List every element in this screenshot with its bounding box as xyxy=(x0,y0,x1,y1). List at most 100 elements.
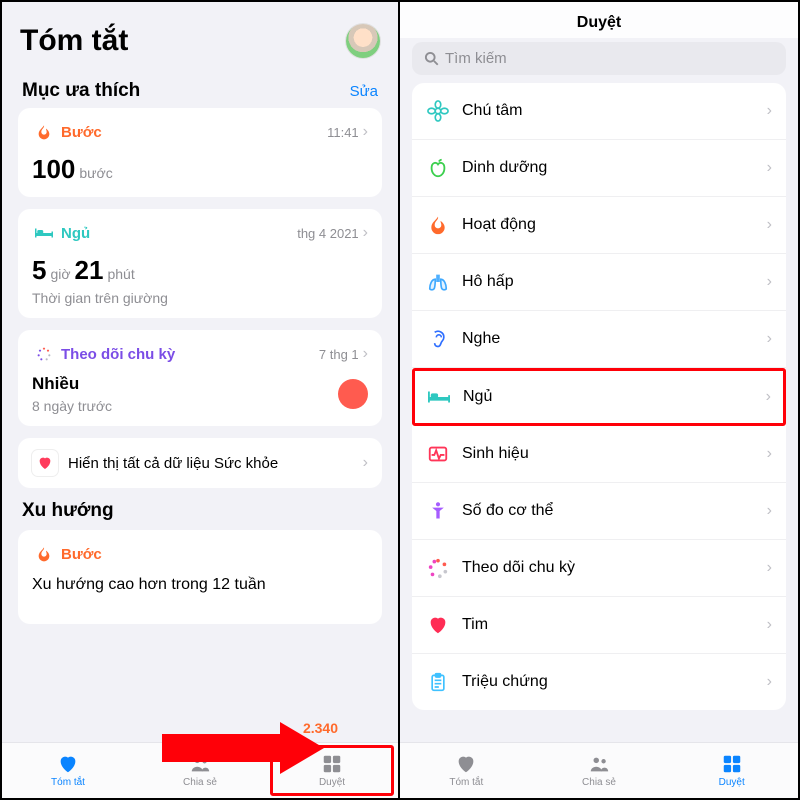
heart-icon xyxy=(57,753,79,775)
search-input[interactable]: Tìm kiếm xyxy=(412,42,786,75)
cycle-ago: 8 ngày trước xyxy=(32,398,112,414)
heart-icon xyxy=(426,613,450,637)
mindfulness-icon xyxy=(426,99,450,123)
card-trend-steps[interactable]: Bước Xu hướng cao hơn trong 12 tuần xyxy=(18,530,382,624)
edit-button[interactable]: Sửa xyxy=(350,83,378,100)
chevron-right-icon: › xyxy=(767,159,772,177)
list-item-respiratory[interactable]: Hô hấp › xyxy=(412,254,786,311)
flame-icon xyxy=(32,542,56,566)
chevron-right-icon: › xyxy=(363,454,368,472)
period-dot xyxy=(338,379,368,409)
sleep-sub: Thời gian trên giường xyxy=(32,290,368,306)
list-item-label: Theo dõi chu kỳ xyxy=(462,559,755,577)
chevron-right-icon: › xyxy=(363,345,368,363)
chevron-right-icon: › xyxy=(767,616,772,634)
chevron-right-icon: › xyxy=(363,224,368,242)
trends-header: Xu hướng xyxy=(22,500,378,522)
steps-value: 100 xyxy=(32,154,75,185)
tab-share[interactable]: Chia sẻ xyxy=(533,743,666,798)
tab-bar: Tóm tắt Chia sẻ Duyệt xyxy=(400,742,798,798)
annotation-arrow xyxy=(162,724,332,774)
chevron-right-icon: › xyxy=(767,330,772,348)
chevron-right-icon: › xyxy=(767,216,772,234)
tab-browse[interactable]: Duyệt xyxy=(665,743,798,798)
card-sleep[interactable]: Ngủ thg 4 2021 › 5 giờ 21 phút Thời gian… xyxy=(18,209,382,318)
tab-label: Chia sẻ xyxy=(183,777,217,788)
list-item-label: Số đo cơ thể xyxy=(462,502,755,520)
list-item-label: Chú tâm xyxy=(462,102,755,120)
steps-unit: bước xyxy=(79,165,112,181)
card-title-label: Bước xyxy=(61,546,102,563)
list-item-heart[interactable]: Tim › xyxy=(412,597,786,654)
tab-label: Duyệt xyxy=(719,777,745,788)
tab-label: Chia sẻ xyxy=(582,777,616,788)
show-all-health-data[interactable]: Hiển thị tất cả dữ liệu Sức khỏe › xyxy=(18,438,382,488)
cycle-status: Nhiều xyxy=(32,374,112,394)
list-item-symptoms[interactable]: Triệu chứng › xyxy=(412,654,786,710)
trend-text: Xu hướng cao hơn trong 12 tuần xyxy=(32,576,368,594)
list-item-sleep[interactable]: Ngủ › xyxy=(412,368,786,426)
tab-label: Tóm tắt xyxy=(449,777,483,788)
category-list: Chú tâm › Dinh dưỡng › Hoạt động › Hô hấ… xyxy=(412,83,786,710)
tab-label: Tóm tắt xyxy=(51,777,85,788)
card-title-label: Theo dõi chu kỳ xyxy=(61,346,175,363)
chevron-right-icon: › xyxy=(363,123,368,141)
list-item-hearing[interactable]: Nghe › xyxy=(412,311,786,368)
list-item-activity[interactable]: Hoạt động › xyxy=(412,197,786,254)
chevron-right-icon: › xyxy=(766,388,771,406)
cycle-icon xyxy=(426,556,450,580)
vitals-icon xyxy=(426,442,450,466)
card-title-label: Ngủ xyxy=(61,225,90,242)
lungs-icon xyxy=(426,270,450,294)
list-item-label: Triệu chứng xyxy=(462,673,755,691)
body-icon xyxy=(426,499,450,523)
list-item-label: Dinh dưỡng xyxy=(462,159,755,177)
list-item-label: Ngủ xyxy=(463,388,754,406)
card-time: thg 4 2021 xyxy=(297,226,358,241)
avatar[interactable] xyxy=(346,24,380,58)
search-placeholder: Tìm kiếm xyxy=(445,50,507,67)
cycle-icon xyxy=(32,342,56,366)
flame-icon xyxy=(426,213,450,237)
list-item-cycle[interactable]: Theo dõi chu kỳ › xyxy=(412,540,786,597)
tab-label: Duyệt xyxy=(319,777,345,788)
heart-tile-icon xyxy=(32,450,58,476)
sleep-hours: 5 xyxy=(32,255,46,286)
list-item-nutrition[interactable]: Dinh dưỡng › xyxy=(412,140,786,197)
list-item-label: Tim xyxy=(462,616,755,634)
sleep-mins: 21 xyxy=(75,255,104,286)
flame-icon xyxy=(32,120,56,144)
card-cycle[interactable]: Theo dõi chu kỳ 7 thg 1 › Nhiều 8 ngày t… xyxy=(18,330,382,426)
heart-icon xyxy=(455,753,477,775)
chevron-right-icon: › xyxy=(767,502,772,520)
chevron-right-icon: › xyxy=(767,273,772,291)
grid-icon xyxy=(721,753,743,775)
people-icon xyxy=(588,753,610,775)
chevron-right-icon: › xyxy=(767,673,772,691)
page-title: Tóm tắt xyxy=(20,24,128,58)
bed-icon xyxy=(427,385,451,409)
list-item-label: Hô hấp xyxy=(462,273,755,291)
ear-icon xyxy=(426,327,450,351)
bed-icon xyxy=(32,221,56,245)
apple-icon xyxy=(426,156,450,180)
chevron-right-icon: › xyxy=(767,445,772,463)
tab-summary[interactable]: Tóm tắt xyxy=(400,743,533,798)
list-item-mindfulness[interactable]: Chú tâm › xyxy=(412,83,786,140)
page-title: Duyệt xyxy=(400,2,798,38)
sleep-hours-unit: giờ xyxy=(50,266,70,282)
search-icon xyxy=(424,51,439,66)
card-steps[interactable]: Bước 11:41 › 100 bước xyxy=(18,108,382,197)
sleep-mins-unit: phút xyxy=(107,266,134,282)
list-item-body[interactable]: Số đo cơ thể › xyxy=(412,483,786,540)
list-item-label: Sinh hiệu xyxy=(462,445,755,463)
tab-summary[interactable]: Tóm tắt xyxy=(2,743,134,798)
list-item-label: Nghe xyxy=(462,330,755,348)
chevron-right-icon: › xyxy=(767,102,772,120)
card-time: 7 thg 1 xyxy=(319,347,359,362)
list-item-vitals[interactable]: Sinh hiệu › xyxy=(412,426,786,483)
list-item-label: Hoạt động xyxy=(462,216,755,234)
card-time: 11:41 xyxy=(327,125,359,140)
card-title-label: Bước xyxy=(61,124,102,141)
favorites-header: Mục ưa thích xyxy=(22,80,140,102)
